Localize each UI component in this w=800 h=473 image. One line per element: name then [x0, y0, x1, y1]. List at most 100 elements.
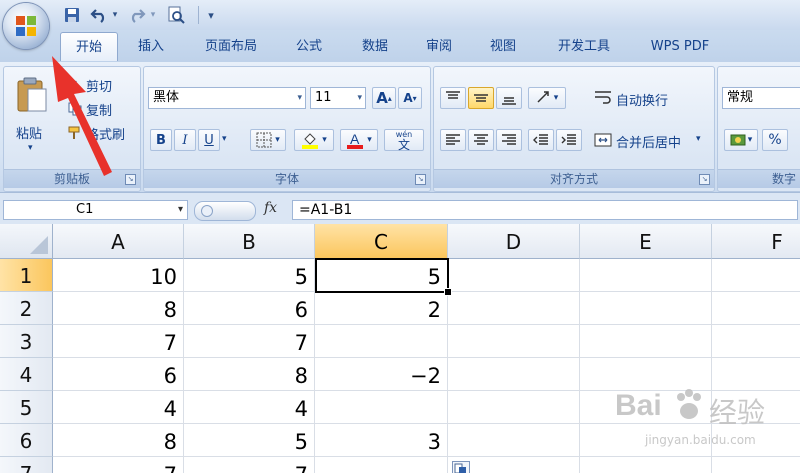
cell-c5[interactable] — [315, 391, 448, 424]
fill-handle[interactable] — [444, 288, 452, 296]
column-header-d[interactable]: D — [448, 224, 580, 259]
wrap-text-button[interactable]: 自动换行 — [592, 87, 708, 109]
formula-input[interactable]: =A1-B1 — [292, 200, 798, 220]
percent-button[interactable]: % — [762, 129, 788, 151]
copy-button[interactable]: 复制 — [66, 99, 138, 119]
font-color-button[interactable]: A ▾ — [340, 129, 378, 151]
column-header-a[interactable]: A — [53, 224, 184, 259]
cell-e4[interactable] — [580, 358, 712, 391]
phonetic-button[interactable]: wén 文 — [384, 129, 424, 151]
office-button[interactable] — [3, 3, 49, 49]
tab-home[interactable]: 开始 — [60, 32, 118, 61]
row-header-6[interactable]: 6 — [0, 424, 53, 457]
cell-b4[interactable]: 8 — [184, 358, 315, 391]
number-format-combo[interactable]: 常规 — [722, 87, 800, 109]
row-header-4[interactable]: 4 — [0, 358, 53, 391]
row-header-7[interactable]: 7 — [0, 457, 53, 473]
align-middle-button[interactable] — [468, 87, 494, 109]
italic-button[interactable]: I — [174, 129, 196, 151]
underline-dropdown-icon[interactable]: ▾ — [222, 134, 227, 144]
cell-b6[interactable]: 5 — [184, 424, 315, 457]
cell-c1[interactable]: 5 — [315, 259, 448, 292]
decrease-indent-button[interactable] — [528, 129, 554, 151]
cell-e1[interactable] — [580, 259, 712, 292]
tab-data[interactable]: 数据 — [352, 32, 398, 60]
redo-icon[interactable] — [126, 5, 148, 25]
chevron-down-icon[interactable]: ▾ — [178, 201, 183, 219]
cell-a4[interactable]: 6 — [53, 358, 184, 391]
cell-e3[interactable] — [580, 325, 712, 358]
cell-d4[interactable] — [448, 358, 580, 391]
cell-d6[interactable] — [448, 424, 580, 457]
cell-e5[interactable] — [580, 391, 712, 424]
cell-d2[interactable] — [448, 292, 580, 325]
undo-icon[interactable] — [88, 5, 110, 25]
column-header-f[interactable]: F — [712, 224, 800, 259]
shrink-font-button[interactable]: A ▾ — [398, 87, 422, 109]
tab-developer[interactable]: 开发工具 — [544, 32, 624, 60]
cell-e2[interactable] — [580, 292, 712, 325]
format-painter-button[interactable]: 格式刷 — [66, 123, 138, 143]
grow-font-button[interactable]: A ▴ — [372, 87, 396, 109]
select-all-button[interactable] — [0, 224, 53, 259]
cell-d1[interactable] — [448, 259, 580, 292]
cell-f4[interactable] — [712, 358, 800, 391]
name-box[interactable]: C1 ▾ — [3, 200, 188, 220]
tab-view[interactable]: 视图 — [480, 32, 526, 60]
customize-qat-button[interactable]: ▾ — [204, 5, 218, 25]
cell-f3[interactable] — [712, 325, 800, 358]
cell-c2[interactable]: 2 — [315, 292, 448, 325]
align-center-button[interactable] — [468, 129, 494, 151]
align-left-button[interactable] — [440, 129, 466, 151]
row-header-2[interactable]: 2 — [0, 292, 53, 325]
cell-a6[interactable]: 8 — [53, 424, 184, 457]
font-size-combo[interactable]: 11 ▾ — [310, 87, 366, 109]
cell-d5[interactable] — [448, 391, 580, 424]
merge-center-button[interactable]: 合并后居中 ▾ — [592, 129, 708, 151]
row-header-1[interactable]: 1 — [0, 259, 53, 292]
currency-button[interactable]: ▾ — [724, 129, 758, 151]
orientation-button[interactable]: ▾ — [528, 87, 566, 109]
fill-color-button[interactable]: ▾ — [294, 129, 334, 151]
align-right-button[interactable] — [496, 129, 522, 151]
tab-formulas[interactable]: 公式 — [286, 32, 332, 60]
print-preview-icon[interactable] — [164, 5, 188, 25]
paste-options-button[interactable] — [452, 461, 470, 473]
tab-wps-pdf[interactable]: WPS PDF — [640, 32, 720, 60]
row-header-3[interactable]: 3 — [0, 325, 53, 358]
insert-function-button[interactable]: fx — [264, 200, 277, 216]
cell-b2[interactable]: 6 — [184, 292, 315, 325]
cell-b5[interactable]: 4 — [184, 391, 315, 424]
column-header-c[interactable]: C — [315, 224, 448, 259]
cell-a2[interactable]: 8 — [53, 292, 184, 325]
tab-insert[interactable]: 插入 — [126, 32, 176, 60]
cell-a1[interactable]: 10 — [53, 259, 184, 292]
font-name-combo[interactable]: 黑体 ▾ — [148, 87, 306, 109]
bold-button[interactable]: B — [150, 129, 172, 151]
cell-b3[interactable]: 7 — [184, 325, 315, 358]
paste-button[interactable]: 粘贴 ▾ — [10, 73, 54, 157]
cell-a5[interactable]: 4 — [53, 391, 184, 424]
font-launcher-icon[interactable]: ↘ — [415, 174, 426, 185]
tab-review[interactable]: 审阅 — [416, 32, 462, 60]
cell-f6[interactable] — [712, 424, 800, 457]
cell-d3[interactable] — [448, 325, 580, 358]
increase-indent-button[interactable] — [556, 129, 582, 151]
cell-f7[interactable] — [712, 457, 800, 473]
cell-b7[interactable]: 7 — [184, 457, 315, 473]
align-bottom-button[interactable] — [496, 87, 522, 109]
undo-dropdown-icon[interactable]: ▾ — [110, 5, 120, 25]
column-header-b[interactable]: B — [184, 224, 315, 259]
alignment-launcher-icon[interactable]: ↘ — [699, 174, 710, 185]
save-icon[interactable] — [62, 5, 82, 25]
column-header-e[interactable]: E — [580, 224, 712, 259]
cell-e6[interactable] — [580, 424, 712, 457]
cell-c3[interactable] — [315, 325, 448, 358]
borders-button[interactable]: ▾ — [250, 129, 286, 151]
cell-a7[interactable]: 7 — [53, 457, 184, 473]
cell-f1[interactable] — [712, 259, 800, 292]
clipboard-launcher-icon[interactable]: ↘ — [125, 174, 136, 185]
cell-c7[interactable] — [315, 457, 448, 473]
underline-button[interactable]: U — [198, 129, 220, 151]
formula-bar-splitter[interactable] — [194, 201, 256, 221]
